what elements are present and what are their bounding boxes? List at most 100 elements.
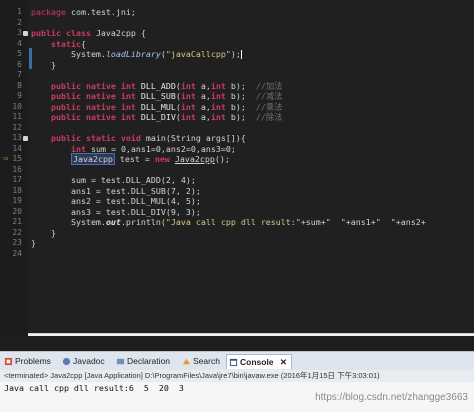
code-line[interactable]: 3 public class Java2cpp { <box>0 28 474 39</box>
code-token: b); <box>230 101 256 112</box>
watermark: https://blog.csdn.net/zhangge3663 <box>315 392 468 403</box>
code-line[interactable]: 15 Java2cpp test = new Java2cpp(); ⇨ <box>0 153 474 165</box>
code-line[interactable]: 20 ans3 = test.DLL_DIV(9, 3); <box>0 207 474 218</box>
code-text: int sum = 0,ans1=0,ans2=0,ans3=0; <box>31 144 236 155</box>
code-line[interactable]: 2 <box>0 18 474 29</box>
code-token: a, <box>200 101 211 112</box>
code-line[interactable]: 22 } <box>0 228 474 239</box>
code-line[interactable]: 10 public native int DLL_MUL(int a,int b… <box>0 102 474 113</box>
line-number: 11 <box>12 112 22 121</box>
fold-toggle-icon[interactable] <box>23 31 28 36</box>
close-icon[interactable]: ✕ <box>280 357 287 367</box>
code-token: //减法 <box>255 91 283 101</box>
code-token: DLL_DIV <box>140 112 176 122</box>
code-line[interactable]: 5 System.loadLibrary("javaCallcpp"); <box>0 49 474 60</box>
tab-javadoc[interactable]: Javadoc <box>60 354 105 368</box>
code-token: int <box>180 101 201 112</box>
horizontal-scrollbar[interactable]: < <box>28 333 474 336</box>
code-token: sum = test.DLL_ADD(2, 4); <box>31 175 196 185</box>
code-token: sum <box>90 143 106 154</box>
code-editor[interactable]: 1 package com.test.jni; 2 3 public class Jav… <box>0 0 474 336</box>
console-status: <terminated> Java2cpp [Java Application]… <box>0 370 474 382</box>
code-token: Java2cpp { <box>95 28 146 38</box>
code-token: a, <box>200 91 211 101</box>
code-line[interactable]: 4 static{ <box>0 39 474 50</box>
code-token: "javaCallcpp" <box>165 49 231 59</box>
code-line[interactable]: 13 public static void main(String args[]… <box>0 133 474 144</box>
code-line[interactable]: 1 package com.test.jni; <box>0 7 474 18</box>
code-text: sum = test.DLL_ADD(2, 4); <box>31 175 196 186</box>
code-token: int <box>180 80 201 91</box>
code-token: public native int <box>31 112 141 122</box>
code-line[interactable]: 21 System.out.println("Java call cpp dll… <box>0 217 474 228</box>
code-token: new <box>154 154 175 164</box>
code-token: loadLibrary <box>105 49 161 59</box>
code-token: public native int <box>31 80 141 91</box>
code-line[interactable]: 11 public native int DLL_DIV(int a,int b… <box>0 112 474 123</box>
code-token: +ans2+ <box>395 217 426 227</box>
code-token: test = <box>114 154 155 164</box>
code-token: Java2cpp <box>174 154 215 164</box>
fold-toggle-icon[interactable] <box>23 136 28 141</box>
line-number: 16 <box>12 164 22 174</box>
code-token: = 0,ans1=0,ans2=0,ans3=0; <box>105 143 236 154</box>
code-token: int <box>210 101 231 112</box>
line-number: 21 <box>12 217 22 226</box>
code-line[interactable]: 17 sum = test.DLL_ADD(2, 4); <box>0 175 474 186</box>
line-number: 6 <box>17 59 22 69</box>
code-line[interactable]: 23} <box>0 238 474 249</box>
code-line[interactable]: 18 ans1 = test.DLL_SUB(7, 2); <box>0 186 474 197</box>
code-token: int <box>180 91 201 101</box>
code-token: package <box>31 7 71 17</box>
code-token: int <box>210 112 231 122</box>
code-token: ); <box>230 49 241 59</box>
line-number: 12 <box>12 122 22 132</box>
code-token: //乘法 <box>255 101 283 112</box>
tab-label: Search <box>193 356 220 366</box>
line-number: 10 <box>12 101 22 111</box>
code-token: public class <box>31 28 96 38</box>
code-line[interactable]: 24 <box>0 249 474 260</box>
code-text: static{ <box>31 39 86 50</box>
code-token: " " <box>375 217 396 227</box>
search-icon <box>182 359 191 365</box>
text-cursor <box>240 50 242 59</box>
code-line[interactable]: 9 public native int DLL_SUB(int a,int b)… <box>0 91 474 102</box>
code-token: DLL_SUB <box>140 91 176 101</box>
code-token: b); <box>230 80 256 91</box>
line-number: 4 <box>17 38 22 48</box>
code-text: public native int DLL_DIV(int a,int b); … <box>31 112 282 123</box>
code-line[interactable]: 8 public native int DLL_ADD(int a,int b)… <box>0 81 474 92</box>
code-token: +sum+ <box>300 217 326 227</box>
code-token: } <box>31 238 36 248</box>
line-number: 8 <box>17 80 22 90</box>
code-line[interactable]: 19 ans2 = test.DLL_MUL(4, 5); <box>0 196 474 207</box>
code-text: public class Java2cpp { <box>31 28 146 39</box>
debug-arrow-icon: ⇨ <box>3 154 9 164</box>
tab-console[interactable]: Console ✕ <box>226 354 293 369</box>
line-number: 22 <box>12 227 22 237</box>
code-text: public static void main(String args[]){ <box>31 133 246 144</box>
tab-problems[interactable]: Problems <box>2 354 51 368</box>
bottom-panel-tabs: Problems Javadoc Declaration Search Cons… <box>0 351 474 371</box>
code-line[interactable]: 7 <box>0 70 474 81</box>
code-token: int <box>210 80 231 91</box>
tab-search[interactable]: Search <box>180 354 220 368</box>
code-token: public native int <box>31 91 141 101</box>
line-number: 24 <box>12 248 22 258</box>
code-text: } <box>31 60 56 71</box>
code-token: public static void <box>31 133 146 143</box>
code-text: public native int DLL_ADD(int a,int b); … <box>31 81 282 92</box>
code-token: " " <box>325 217 346 227</box>
code-line[interactable]: 16 <box>0 165 474 176</box>
declaration-icon <box>116 359 125 365</box>
code-text: public native int DLL_SUB(int a,int b); … <box>31 91 282 102</box>
code-token: int <box>180 112 201 122</box>
code-token: int <box>70 143 91 154</box>
code-line[interactable]: 6 } <box>0 60 474 71</box>
tab-declaration[interactable]: Declaration <box>114 354 170 368</box>
line-number: 3 <box>17 28 22 37</box>
code-line[interactable]: 12 <box>0 123 474 134</box>
code-token: ans3 = test.DLL_DIV(9, 3); <box>31 206 201 217</box>
